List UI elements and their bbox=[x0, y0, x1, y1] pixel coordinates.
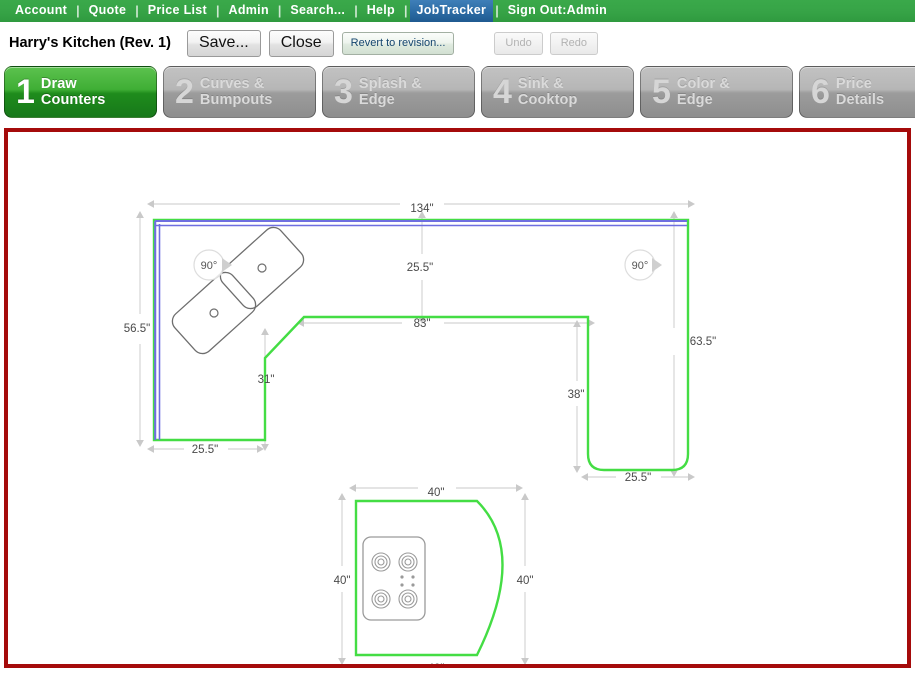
backsplash-counter-a bbox=[154, 219, 687, 440]
nav-item-price-list[interactable]: Price List bbox=[141, 0, 214, 22]
page-title: Harry's Kitchen (Rev. 1) bbox=[9, 35, 171, 51]
angle-arrow-right-icon bbox=[652, 258, 662, 272]
sink-bowl-upper-rect[interactable] bbox=[216, 223, 307, 312]
dimension-label-island-bottom: 40" bbox=[428, 663, 445, 664]
dimension-label-38: 38" bbox=[568, 389, 585, 401]
tab-label-line1: Sink & bbox=[517, 76, 564, 92]
dimension-label-island-top: 40" bbox=[428, 487, 445, 499]
nav-separator: | bbox=[135, 3, 139, 18]
cooktop[interactable] bbox=[362, 536, 426, 621]
tab-number: 3 bbox=[334, 73, 353, 111]
cooktop-control-dots-icon bbox=[400, 575, 415, 587]
angle-arrow-left-icon bbox=[222, 258, 232, 272]
tab-number: 6 bbox=[811, 73, 830, 111]
sink-bowl-upper[interactable] bbox=[216, 223, 307, 312]
nav-separator: | bbox=[216, 3, 220, 18]
angle-label-right: 90° bbox=[632, 260, 649, 272]
dimension-label-134: 134" bbox=[410, 203, 433, 215]
dimension-label-island-left: 40" bbox=[334, 575, 351, 587]
tab-number: 5 bbox=[652, 73, 671, 111]
nav-item-sign-out[interactable]: Sign Out:Admin bbox=[501, 0, 614, 22]
dimension-label-island-right: 40" bbox=[517, 575, 534, 587]
dimension-label-63-5: 63.5" bbox=[690, 336, 716, 348]
tab-splash-edge[interactable]: 3 Splash & Edge bbox=[322, 66, 475, 118]
cooktop-burner-bottom-left bbox=[371, 589, 391, 609]
tab-label-line2: Cooktop bbox=[517, 92, 578, 108]
nav-item-help[interactable]: Help bbox=[360, 0, 402, 22]
nav-item-admin[interactable]: Admin bbox=[222, 0, 276, 22]
angle-label-left: 90° bbox=[201, 260, 218, 272]
dimension-label-25-5-br: 25.5" bbox=[625, 472, 651, 484]
dimension-label-31: 31" bbox=[258, 374, 275, 386]
tab-label-line2: Edge bbox=[676, 92, 713, 108]
dimension-lines-counter-b bbox=[338, 484, 529, 664]
revert-to-revision-button[interactable]: Revert to revision... bbox=[341, 31, 455, 55]
sink-drain-lower-icon bbox=[209, 308, 219, 318]
tab-label-line1: Draw bbox=[40, 76, 77, 92]
wizard-step-tabs: 1 Draw Counters 2 Curves & Bumpouts 3 Sp… bbox=[0, 64, 915, 126]
counter-b-outline[interactable] bbox=[354, 499, 504, 657]
cooktop-burner-bottom-right bbox=[398, 589, 418, 609]
tab-draw-counters[interactable]: 1 Draw Counters bbox=[4, 66, 157, 118]
nav-separator: | bbox=[404, 3, 408, 18]
tab-number: 4 bbox=[493, 73, 512, 111]
dimension-lines-counter-a bbox=[136, 200, 695, 481]
counter-drawing-canvas[interactable]: 90° 90° 134" 56.5" 25.5" 25.5" 83" 31" 6… bbox=[4, 128, 911, 668]
top-navigation-bar: Account | Quote | Price List | Admin | S… bbox=[0, 0, 915, 22]
document-toolbar: Harry's Kitchen (Rev. 1) Save... Close R… bbox=[0, 22, 915, 64]
tab-color-edge[interactable]: 5 Color & Edge bbox=[640, 66, 793, 118]
sink-fixtures[interactable] bbox=[168, 223, 307, 357]
counter-drawing-svg[interactable]: 90° 90° 134" 56.5" 25.5" 25.5" 83" 31" 6… bbox=[8, 132, 907, 664]
dimension-label-25-5-depth: 25.5" bbox=[407, 262, 433, 274]
tab-label-line1: Splash & bbox=[358, 76, 422, 92]
tab-label-line2: Details bbox=[835, 92, 885, 108]
nav-item-search[interactable]: Search... bbox=[283, 0, 352, 22]
nav-item-jobtracker[interactable]: JobTracker bbox=[409, 0, 494, 22]
tab-number: 2 bbox=[175, 73, 194, 111]
dimension-label-56-5: 56.5" bbox=[124, 323, 150, 335]
cooktop-burner-top-right bbox=[398, 552, 418, 572]
nav-separator: | bbox=[277, 3, 282, 18]
sink-drain-upper-icon bbox=[257, 263, 267, 273]
nav-item-quote[interactable]: Quote bbox=[82, 0, 134, 22]
tab-sink-cooktop[interactable]: 4 Sink & Cooktop bbox=[481, 66, 634, 118]
dimension-label-25-5-bl: 25.5" bbox=[192, 444, 218, 456]
redo-button[interactable]: Redo bbox=[549, 31, 599, 55]
save-button[interactable]: Save... bbox=[186, 29, 261, 57]
dimension-labels-counter-a: 134" 56.5" 25.5" 25.5" 83" 31" 63.5" 38"… bbox=[124, 203, 716, 484]
sink-bowl-lower-rect[interactable] bbox=[168, 268, 259, 357]
dimension-label-83: 83" bbox=[414, 318, 431, 330]
tab-label-line1: Color & bbox=[676, 76, 730, 92]
sink-bowl-lower[interactable] bbox=[168, 268, 259, 357]
nav-item-account[interactable]: Account bbox=[8, 0, 74, 22]
nav-separator: | bbox=[76, 3, 80, 18]
tab-number: 1 bbox=[16, 73, 35, 111]
tab-label-line2: Edge bbox=[358, 92, 395, 108]
cooktop-body[interactable] bbox=[362, 536, 426, 621]
tab-price-details[interactable]: 6 Price Details bbox=[799, 66, 915, 118]
cooktop-burner-top-left bbox=[371, 552, 391, 572]
tab-curves-bumpouts[interactable]: 2 Curves & Bumpouts bbox=[163, 66, 316, 118]
tab-label-line1: Price bbox=[835, 76, 872, 92]
tab-label-line2: Counters bbox=[40, 92, 106, 108]
tab-label-line1: Curves & bbox=[199, 76, 265, 92]
close-button[interactable]: Close bbox=[268, 29, 334, 57]
undo-button[interactable]: Undo bbox=[494, 31, 543, 55]
tab-label-line2: Bumpouts bbox=[199, 92, 273, 108]
counter-a-outline[interactable] bbox=[152, 218, 690, 472]
nav-separator: | bbox=[354, 3, 358, 18]
nav-separator: | bbox=[495, 3, 499, 18]
